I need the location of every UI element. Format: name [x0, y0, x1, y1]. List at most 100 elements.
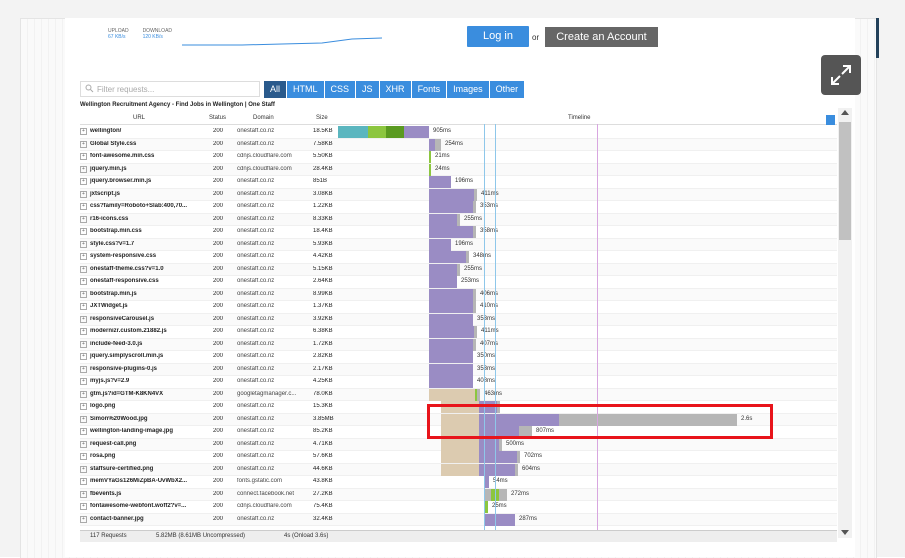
- waterfall-segment: [473, 201, 476, 213]
- filter-tab-html[interactable]: HTML: [287, 81, 324, 98]
- table-row[interactable]: wellington/200 onestaff.co.nz 18.5KB 905ms: [80, 126, 837, 139]
- row-domain: onestaff.co.nz: [237, 278, 275, 284]
- scroll-up-icon[interactable]: [841, 110, 849, 115]
- table-row[interactable]: Global Style.css 200 onestaff.co.nz 7.58KB 2…: [80, 138, 837, 151]
- row-status: 200: [213, 165, 224, 172]
- row-size: 44.6KB: [313, 465, 333, 472]
- table-row[interactable]: responsive-plugins-0.js 200 onestaff.co.nz…: [80, 363, 837, 376]
- row-url: rosa.png: [80, 453, 205, 460]
- row-url: jquery.browser.min.js: [80, 178, 205, 185]
- col-timeline[interactable]: Timeline: [568, 115, 590, 121]
- waterfall-segment: [429, 263, 457, 276]
- table-row[interactable]: staffsure-certified.png 200 onestaff.co.nz…: [80, 463, 837, 476]
- filter-tab-xhr[interactable]: XHR: [379, 81, 411, 98]
- col-status[interactable]: Status: [209, 115, 226, 121]
- waterfall-segment: [368, 126, 386, 138]
- row-size: 6.38KB: [313, 328, 333, 334]
- table-row[interactable]: bootstrap.min.js 200 onestaff.co.nz 8.99KB 4…: [80, 288, 837, 301]
- table-row[interactable]: onestaff-responsive.css 200 onestaff.co.nz…: [80, 276, 837, 289]
- waterfall-bar: 353ms: [338, 201, 835, 213]
- table-row[interactable]: fontawesome-webfont.woff2?v=... 200 cdnjs.…: [80, 501, 837, 514]
- col-url[interactable]: URL: [133, 115, 145, 121]
- create-account-button[interactable]: Create an Account: [545, 27, 658, 47]
- table-row[interactable]: fbevents.js 200 connect.facebook.net 27.2KB…: [80, 488, 837, 501]
- waterfall-bar: 353ms: [338, 313, 835, 326]
- table-row[interactable]: r16-icons.css 200 onestaff.co.nz 8.33KB 255m…: [80, 213, 837, 226]
- waterfall-segment: [517, 451, 520, 463]
- row-domain: googletagmanager.c...: [237, 390, 297, 397]
- scroll-down-icon[interactable]: [841, 530, 849, 535]
- table-row[interactable]: font-awesome.min.css 200 cdnjs.cloudflare.…: [80, 151, 837, 164]
- row-size: 18.4KB: [313, 228, 333, 234]
- timeline-marker-onload: [597, 124, 598, 531]
- table-row[interactable]: rosa.png 200 onestaff.co.nz 57.6KB 702ms: [80, 451, 837, 464]
- filter-tab-images[interactable]: Images: [447, 81, 489, 98]
- row-status: 200: [213, 453, 224, 459]
- row-status: 200: [213, 415, 224, 422]
- waterfall-segment: [457, 263, 460, 276]
- waterfall-time-label: 905ms: [433, 128, 452, 134]
- filter-tab-all[interactable]: All: [264, 81, 287, 98]
- table-row[interactable]: jquery.simplyscroll.min.js 200 onestaff.co…: [80, 351, 837, 364]
- row-status: 200: [213, 490, 224, 497]
- row-url: contact-banner.jpg: [80, 516, 205, 523]
- row-status: 200: [213, 365, 224, 372]
- waterfall-time-label: 24ms: [435, 165, 450, 172]
- table-row[interactable]: jquery.browser.min.js 200 onestaff.co.nz 85…: [80, 176, 837, 189]
- row-domain: onestaff.co.nz: [237, 403, 275, 409]
- filter-tab-fonts[interactable]: Fonts: [411, 81, 447, 98]
- timeline-menu-button[interactable]: [826, 115, 835, 125]
- row-url: jquery.min.js: [80, 166, 205, 173]
- table-row[interactable]: JXTWidget.js 200 onestaff.co.nz 1.37KB 410ms: [80, 301, 837, 314]
- waterfall-bar: 604ms: [338, 463, 835, 476]
- expand-button[interactable]: [821, 55, 861, 95]
- table-row[interactable]: responsiveCarousel.js 200 onestaff.co.nz 3.…: [80, 313, 837, 326]
- col-size[interactable]: Size: [316, 115, 328, 121]
- table-row[interactable]: onestaff-theme.css?v=1.0 200 onestaff.co.n…: [80, 263, 837, 276]
- row-url: jquery.simplyscroll.min.js: [80, 353, 205, 360]
- waterfall-segment: [429, 226, 473, 238]
- search-icon: [85, 84, 94, 93]
- table-row[interactable]: modernizr.custom.21882.js 200 onestaff.co.…: [80, 326, 837, 339]
- table-row[interactable]: system-responsive.css 200 onestaff.co.nz 4.…: [80, 251, 837, 264]
- row-status: 200: [213, 215, 224, 222]
- table-row[interactable]: bootstrap.min.css 200 onestaff.co.nz 18.4KB…: [80, 226, 837, 239]
- filter-tab-js[interactable]: JS: [356, 81, 379, 98]
- row-size: 3.92KB: [313, 315, 333, 322]
- waterfall-time-label: 272ms: [511, 490, 530, 497]
- row-url: memVYaGs126MiZpBA-UvWbX2...: [80, 478, 205, 485]
- table-row[interactable]: include-feed-3.0.js 200 onestaff.co.nz 1.72…: [80, 338, 837, 351]
- table-row[interactable]: myjs.js?v=2.9 200 onestaff.co.nz 4.25KB 408m…: [80, 376, 837, 389]
- waterfall-bar: 21ms: [338, 151, 835, 163]
- row-size: 75.4KB: [313, 503, 333, 509]
- table-row[interactable]: css?family=Roboto+Slab:400,70... 200 onest…: [80, 201, 837, 214]
- table-row[interactable]: gtm.js?id=GTM-K8KN4VX 200 googletagmanager…: [80, 388, 837, 401]
- waterfall-bar: 408ms: [338, 376, 835, 388]
- waterfall-segment: [429, 313, 473, 326]
- row-size: 2.82KB: [313, 353, 333, 359]
- table-row[interactable]: jquery.min.js 200 cdnjs.cloudflare.com 28.4…: [80, 163, 837, 176]
- row-status: 200: [213, 303, 224, 309]
- filter-requests-input[interactable]: Filter requests...: [80, 81, 260, 97]
- table-row[interactable]: request-call.png 200 onestaff.co.nz 4.71KB 5…: [80, 438, 837, 451]
- filter-tab-css[interactable]: CSS: [324, 81, 356, 98]
- waterfall-bar: 54ms: [338, 476, 835, 488]
- login-button[interactable]: Log in: [467, 26, 529, 47]
- col-domain[interactable]: Domain: [253, 115, 274, 121]
- row-size: 5.15KB: [313, 265, 333, 272]
- table-row[interactable]: memVYaGs126MiZpBA-UvWbX2... 200 fonts.gsta…: [80, 476, 837, 489]
- row-size: 85.2KB: [313, 428, 333, 434]
- table-row[interactable]: contact-banner.jpg 200 onestaff.co.nz 32.4K…: [80, 513, 837, 526]
- waterfall-bar: 410ms: [338, 301, 835, 313]
- filter-tab-other[interactable]: Other: [489, 81, 525, 98]
- scrollbar-thumb[interactable]: [839, 122, 851, 240]
- row-domain: onestaff.co.nz: [237, 415, 275, 422]
- waterfall-bar: 255ms: [338, 213, 835, 226]
- waterfall-segment: [515, 463, 518, 476]
- row-status: 200: [213, 153, 224, 159]
- waterfall-bar: 358ms: [338, 226, 835, 238]
- table-row[interactable]: jxtscript.js 200 onestaff.co.nz 3.08KB 411ms: [80, 188, 837, 201]
- table-row[interactable]: style.css?v=1.7 200 onestaff.co.nz 5.93KB 19…: [80, 238, 837, 251]
- waterfall-time-label: 353ms: [477, 315, 496, 322]
- waterfall-bar: 24ms: [338, 163, 835, 176]
